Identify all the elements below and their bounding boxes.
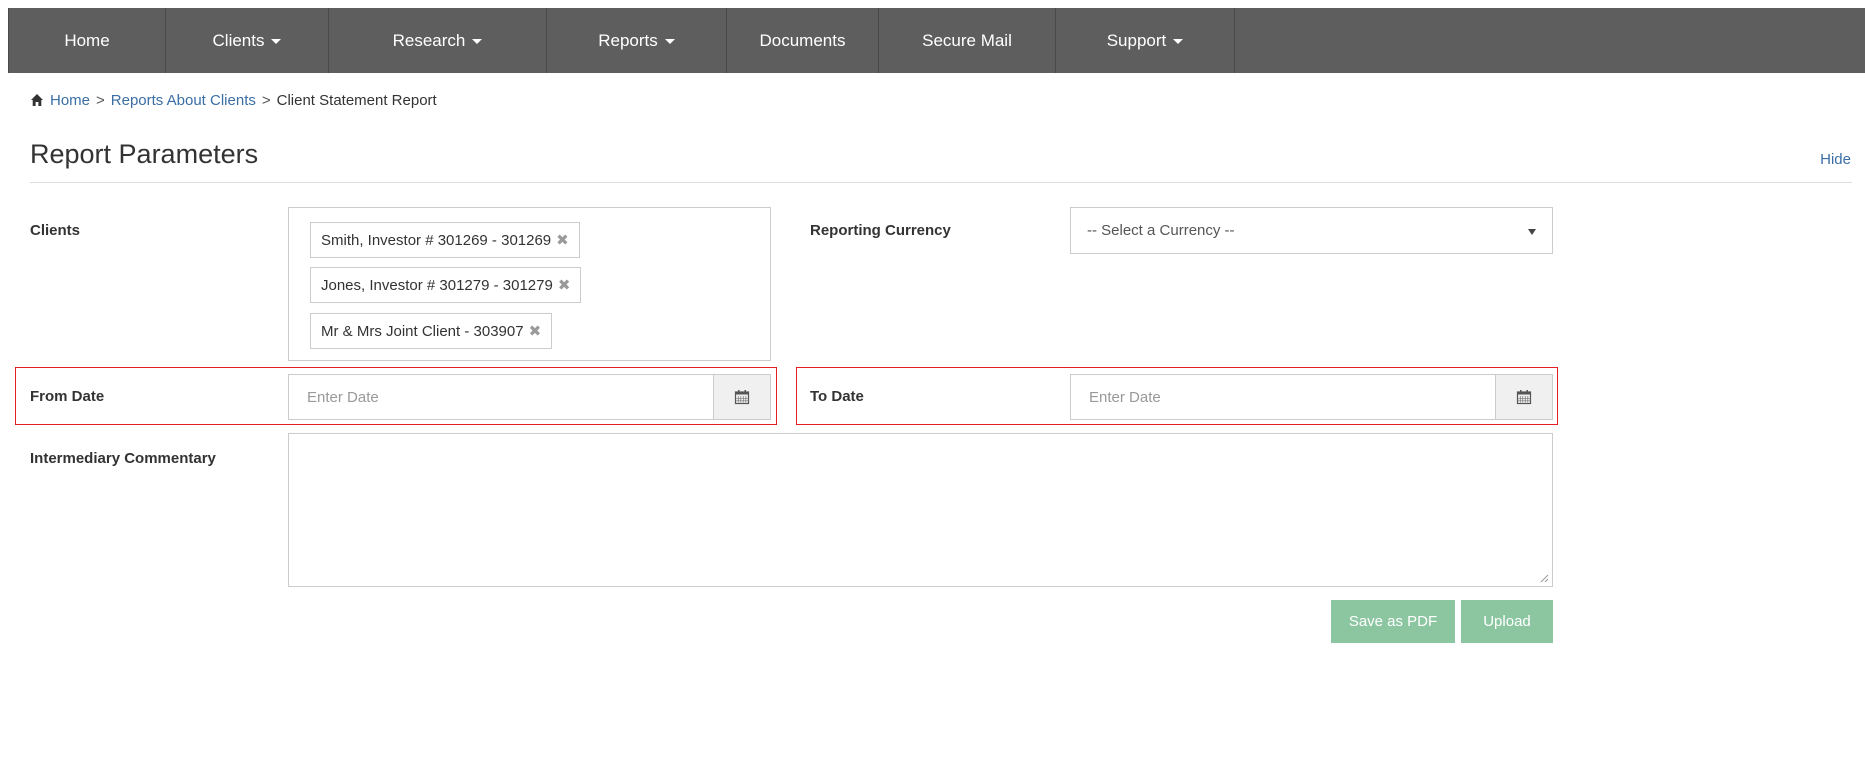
from-date-picker-button[interactable]: [713, 374, 771, 420]
section-divider: [30, 182, 1852, 183]
breadcrumb-reports-link[interactable]: Reports About Clients: [111, 92, 256, 109]
nav-clients-label: Clients: [212, 30, 265, 50]
calendar-icon: [1516, 390, 1532, 405]
currency-select[interactable]: -- Select a Currency --: [1070, 207, 1553, 254]
page-title: Report Parameters: [30, 139, 259, 169]
breadcrumb-home-link[interactable]: Home: [50, 92, 90, 109]
from-date-label: From Date: [30, 388, 105, 405]
currency-select-value: -- Select a Currency --: [1087, 222, 1235, 239]
commentary-label: Intermediary Commentary: [30, 450, 216, 467]
top-spacer: [0, 0, 1865, 8]
nav-reports[interactable]: Reports: [547, 8, 727, 73]
nav-secure-mail-label: Secure Mail: [922, 30, 1012, 50]
remove-icon[interactable]: ✖: [558, 276, 571, 294]
to-date-picker-button[interactable]: [1495, 374, 1553, 420]
nav-clients[interactable]: Clients: [166, 8, 329, 73]
currency-label: Reporting Currency: [810, 222, 951, 239]
main-nav: Home Clients Research Reports Documents …: [8, 8, 1865, 73]
remove-icon[interactable]: ✖: [529, 322, 542, 340]
to-date-placeholder: Enter Date: [1089, 388, 1161, 406]
dropdown-arrow-icon: [1528, 229, 1536, 235]
caret-down-icon: [271, 39, 282, 44]
nav-research[interactable]: Research: [329, 8, 547, 73]
remove-icon[interactable]: ✖: [556, 231, 569, 249]
client-tag-label: Smith, Investor # 301269 - 301269: [321, 231, 552, 249]
clients-multiselect[interactable]: Smith, Investor # 301269 - 301269 ✖ Jone…: [288, 207, 771, 361]
to-date-input[interactable]: Enter Date: [1070, 374, 1553, 420]
breadcrumb-separator: >: [261, 91, 271, 109]
client-tag: Mr & Mrs Joint Client - 303907 ✖: [310, 313, 553, 349]
caret-down-icon: [1173, 39, 1184, 44]
nav-home-label: Home: [64, 30, 110, 50]
client-tag-label: Jones, Investor # 301279 - 301279: [321, 276, 553, 294]
client-tag-label: Mr & Mrs Joint Client - 303907: [321, 322, 524, 340]
commentary-textarea[interactable]: [288, 433, 1553, 587]
calendar-icon: [734, 390, 750, 405]
nav-secure-mail[interactable]: Secure Mail: [879, 8, 1056, 73]
nav-reports-label: Reports: [598, 30, 658, 50]
breadcrumb: Home > Reports About Clients > Client St…: [30, 88, 437, 112]
nav-research-label: Research: [392, 30, 466, 50]
nav-support[interactable]: Support: [1056, 8, 1235, 73]
client-tag: Smith, Investor # 301269 - 301269 ✖: [310, 222, 580, 258]
from-date-input[interactable]: Enter Date: [288, 374, 771, 420]
breadcrumb-current: Client Statement Report: [276, 91, 437, 109]
clients-label: Clients: [30, 222, 81, 239]
nav-support-label: Support: [1106, 30, 1167, 50]
home-icon: [31, 94, 43, 106]
resize-grip-icon[interactable]: [1539, 573, 1549, 583]
caret-down-icon: [664, 39, 675, 44]
upload-button[interactable]: Upload: [1461, 600, 1553, 643]
nav-home[interactable]: Home: [8, 8, 166, 73]
from-date-placeholder: Enter Date: [307, 388, 379, 406]
nav-documents[interactable]: Documents: [727, 8, 879, 73]
to-date-label: To Date: [810, 388, 864, 405]
caret-down-icon: [472, 39, 483, 44]
client-tag: Jones, Investor # 301279 - 301279 ✖: [310, 267, 582, 303]
hide-link[interactable]: Hide: [1820, 151, 1851, 168]
nav-documents-label: Documents: [759, 30, 846, 50]
breadcrumb-separator: >: [96, 91, 105, 109]
save-as-pdf-button[interactable]: Save as PDF: [1331, 600, 1455, 643]
